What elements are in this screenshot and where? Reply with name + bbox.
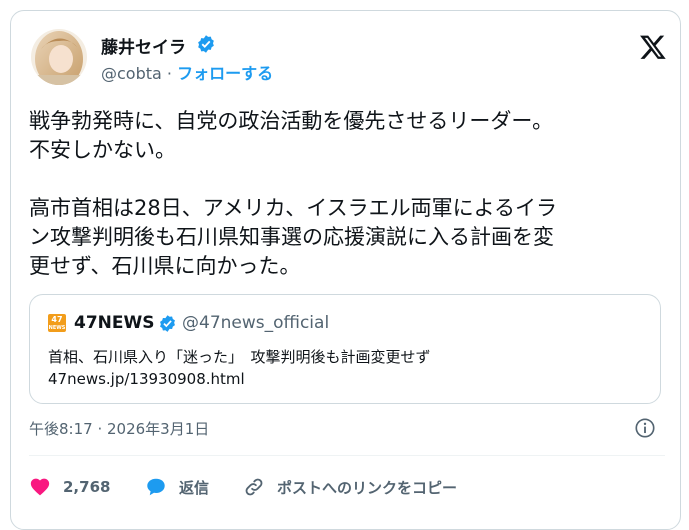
author-name[interactable]: 藤井セイラ	[101, 33, 186, 58]
logo-sub: NEWS	[48, 325, 66, 331]
like-button[interactable]: 2,768	[29, 473, 110, 501]
quoted-author-name: 47NEWS	[74, 313, 155, 333]
like-count: 2,768	[63, 478, 111, 496]
copy-link-button[interactable]: ポストへのリンクをコピー	[243, 473, 457, 501]
logo-number: 47	[51, 315, 63, 324]
handle-separator: ·	[166, 64, 173, 83]
divider	[29, 455, 665, 456]
reply-button[interactable]: 返信	[145, 473, 209, 501]
reply-bubble-icon	[147, 478, 165, 496]
timestamp[interactable]: 午後8:17 · 2026年3月1日	[29, 418, 209, 439]
copy-link-label: ポストへのリンクをコピー	[277, 478, 458, 497]
verified-badge-icon	[198, 35, 214, 53]
quoted-url[interactable]: 47news.jp/13930908.html	[48, 370, 245, 388]
avatar[interactable]	[31, 29, 87, 85]
quoted-author-handle: @47news_official	[182, 313, 330, 333]
tweet-header: 藤井セイラ @cobta · フォローする	[31, 29, 671, 89]
author-handle[interactable]: @cobta	[101, 64, 162, 83]
action-bar: 2,768 返信 ポストへのリンクをコピー	[29, 473, 669, 503]
info-icon[interactable]	[634, 417, 656, 439]
quoted-title: 首相、石川県入り「迷った」 攻撃判明後も計画変更せず	[48, 348, 431, 366]
heart-icon	[30, 478, 50, 496]
handle-line: @cobta · フォローする	[101, 60, 273, 84]
quoted-post[interactable]: 47 NEWS 47NEWS @47news_official 首相、石川県入り…	[29, 294, 661, 404]
link-icon	[245, 478, 263, 496]
reply-label: 返信	[179, 478, 210, 497]
follow-button[interactable]: フォローする	[177, 64, 273, 83]
x-logo-icon[interactable]	[639, 33, 667, 61]
47news-logo: 47 NEWS	[48, 314, 66, 332]
tweet-card: 藤井セイラ @cobta · フォローする 戦争勃発時に、自党の政治活動を優先さ…	[10, 10, 681, 530]
verified-badge-icon	[160, 315, 175, 332]
tweet-text: 戦争勃発時に、自党の政治活動を優先させるリーダー。 不安しかない。 高市首相は2…	[29, 109, 557, 278]
